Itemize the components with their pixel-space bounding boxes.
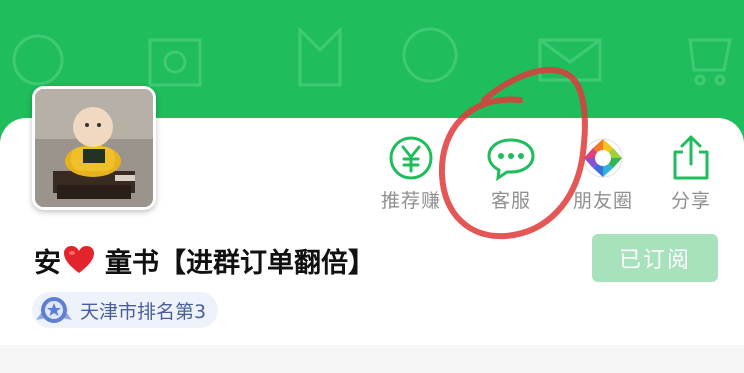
- rank-text: 天津市排名第3: [80, 300, 207, 323]
- shop-name-suffix: 童书【进群订单翻倍】: [105, 247, 375, 279]
- share-label: 分享: [670, 190, 711, 212]
- rank-badge[interactable]: 天津市排名第3: [32, 292, 219, 328]
- moments-label: 朋友圈: [572, 190, 633, 212]
- bottom-divider: [0, 345, 744, 373]
- subscribed-button[interactable]: 已订阅: [592, 234, 718, 282]
- share-icon: [673, 135, 709, 180]
- rank-medal-icon: [36, 297, 72, 323]
- customer-service-button[interactable]: 客服: [466, 134, 556, 213]
- yen-circle-icon: [389, 136, 433, 180]
- recommend-button[interactable]: 推荐赚: [366, 134, 456, 213]
- avatar-image: [35, 89, 153, 207]
- shop-title: 安 童书【进群订单翻倍】: [34, 240, 375, 280]
- share-button[interactable]: 分享: [646, 134, 736, 213]
- customer-service-label: 客服: [490, 190, 531, 212]
- moments-button[interactable]: 朋友圈: [558, 134, 648, 213]
- shop-name-prefix: 安: [34, 247, 61, 279]
- avatar[interactable]: [32, 86, 156, 210]
- recommend-label: 推荐赚: [380, 190, 441, 212]
- chat-bubble-icon: [487, 138, 535, 182]
- aperture-icon: [583, 138, 623, 178]
- heart-icon: [64, 246, 94, 273]
